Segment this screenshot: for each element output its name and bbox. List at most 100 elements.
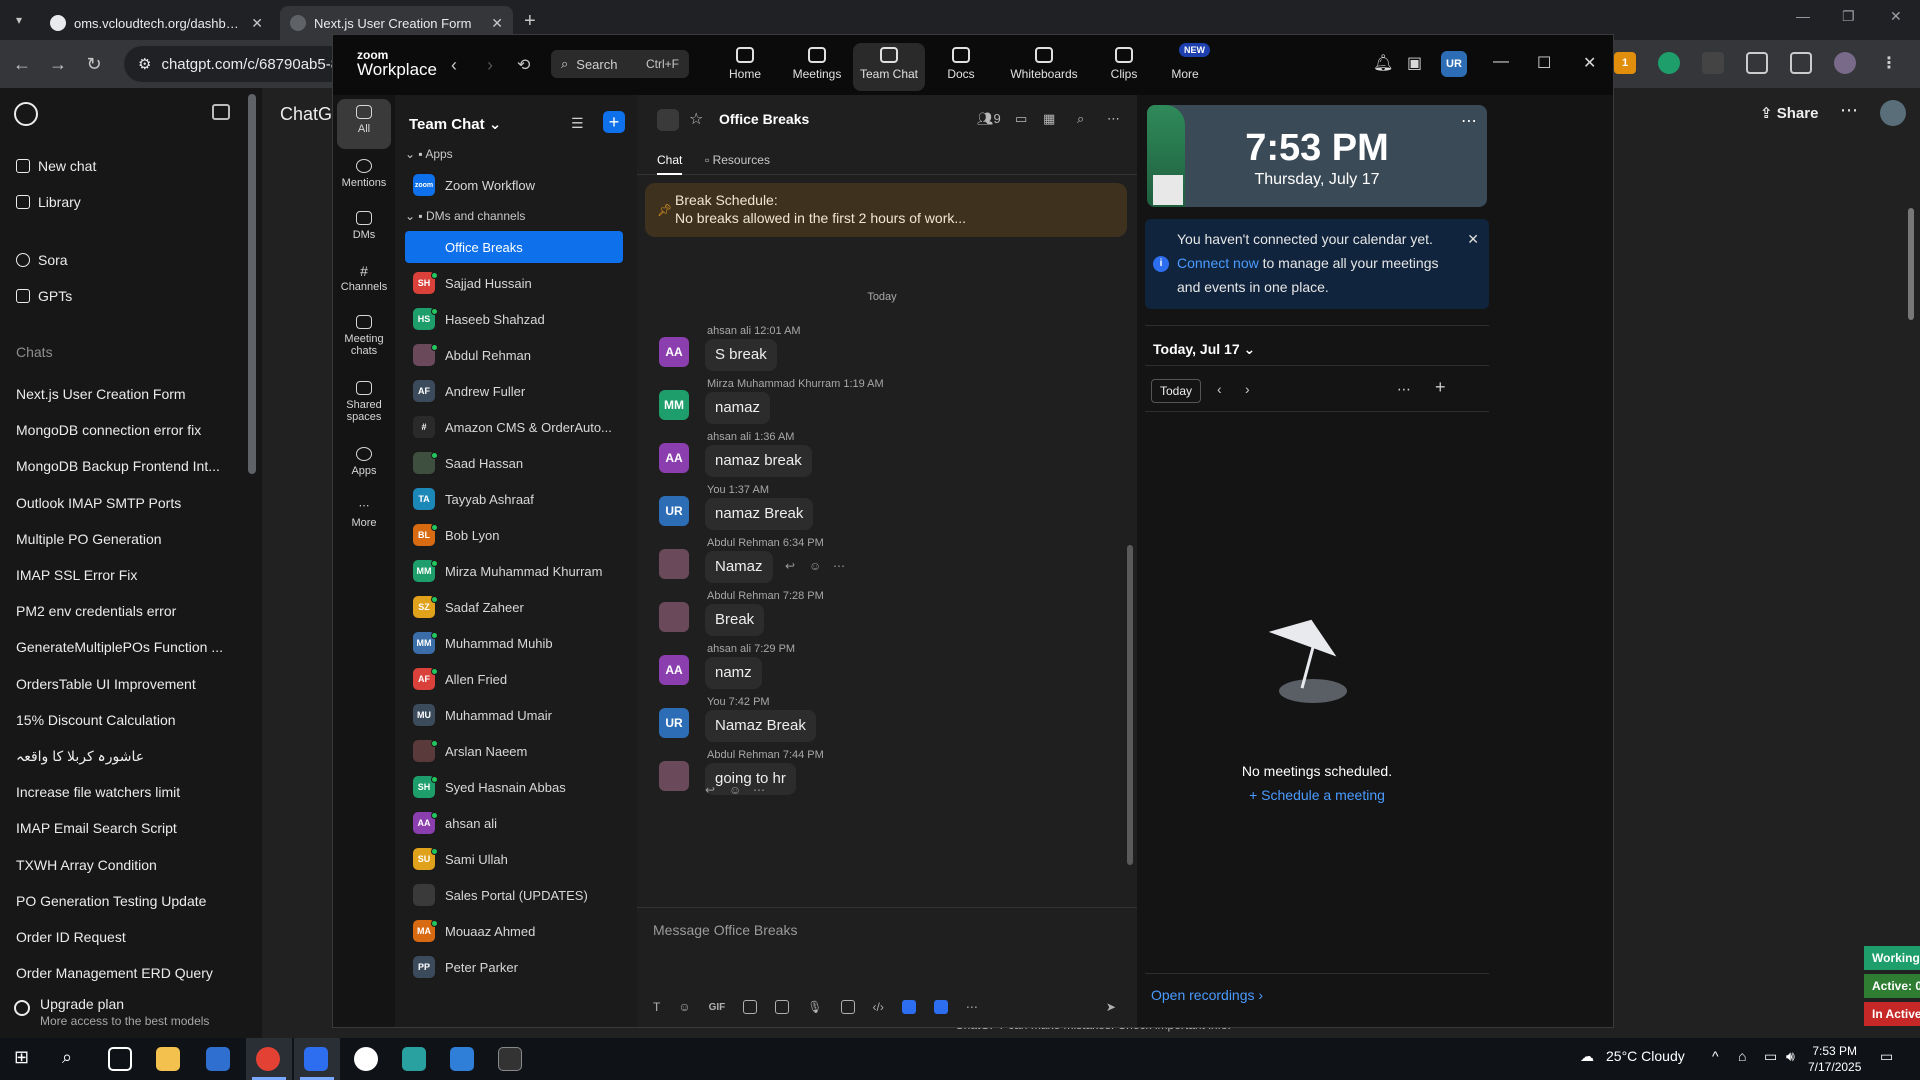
volume-icon[interactable]: 🔊︎ [1786, 1048, 1795, 1065]
members-icon[interactable]: 👥︎9 [977, 111, 1001, 127]
message-input[interactable]: Message Office Breaks [653, 922, 797, 938]
new-chat-button[interactable]: + [603, 111, 625, 133]
avatar[interactable] [659, 549, 689, 579]
tab-home[interactable]: Home [717, 43, 773, 91]
tray-overflow-icon[interactable]: ^ [1712, 1048, 1719, 1064]
chat-history-item[interactable]: IMAP SSL Error Fix [16, 567, 226, 583]
app-icon[interactable] [933, 1000, 948, 1014]
chat-history-item[interactable]: IMAP Email Search Script [16, 820, 226, 836]
open-recordings-link[interactable]: Open recordings › [1151, 987, 1263, 1003]
maximize-icon[interactable]: ☐ [1537, 53, 1551, 73]
status-tag-active[interactable]: Active: 0 [1864, 974, 1920, 998]
extension-badge-icon[interactable]: 1 [1614, 52, 1636, 74]
back-icon[interactable]: ← [10, 52, 34, 76]
day-selector[interactable]: Today, Jul 17 ⌄ [1153, 341, 1255, 358]
list-item[interactable]: HS Haseeb Shahzad [405, 303, 623, 335]
file-explorer-icon[interactable] [156, 1047, 180, 1071]
back-icon[interactable]: ‹ [451, 55, 457, 76]
chat-history-item[interactable]: Next.js User Creation Form [16, 386, 226, 402]
terminal-icon[interactable] [498, 1047, 522, 1071]
list-item[interactable]: BL Bob Lyon [405, 519, 623, 551]
sora-button[interactable]: Sora [16, 252, 68, 268]
tab-whiteboards[interactable]: Whiteboards [1003, 43, 1085, 91]
list-item[interactable]: MM Muhammad Muhib [405, 627, 623, 659]
list-item[interactable]: Abdul Rehman [405, 339, 623, 371]
message-composer[interactable]: Message Office Breaks T ☺ GIF 🎙︎ ‹/› ⋯ ➤ [637, 907, 1137, 1027]
avatar[interactable]: UR [659, 708, 689, 738]
emoji-icon[interactable]: ☺ [678, 1000, 690, 1014]
list-item[interactable]: MM Mirza Muhammad Khurram [405, 555, 623, 587]
gift-icon[interactable]: ▣ [1407, 53, 1422, 73]
user-avatar[interactable] [1880, 100, 1906, 126]
browser-menu-icon[interactable]: ⋮ [1878, 52, 1900, 74]
tab-search-chevron-icon[interactable]: ▾ [8, 10, 30, 30]
task-view-icon[interactable] [108, 1047, 132, 1071]
video-call-icon[interactable]: ▭ [1015, 111, 1027, 127]
search-icon[interactable]: ⌕ [1077, 111, 1084, 127]
main-scrollbar[interactable] [1908, 208, 1914, 320]
new-tab-icon[interactable]: + [524, 10, 536, 33]
chat-history-item[interactable]: Order Management ERD Query [16, 965, 226, 981]
notifications-icon[interactable]: ▭ [1880, 1048, 1893, 1065]
today-button[interactable]: Today [1151, 379, 1201, 403]
gif-button[interactable]: GIF [709, 1002, 726, 1013]
chrome-icon[interactable] [256, 1047, 280, 1071]
close-icon[interactable]: ✕ [1583, 53, 1596, 73]
vscode-icon[interactable] [450, 1047, 474, 1071]
chat-scrollbar[interactable] [1127, 545, 1133, 865]
profile-icon[interactable] [1834, 52, 1856, 74]
connect-now-link[interactable]: Connect now [1177, 255, 1259, 271]
rail-more[interactable]: ⋯ More [337, 493, 391, 529]
gpts-button[interactable]: GPTs [16, 288, 72, 304]
list-item[interactable]: AA ahsan ali [405, 807, 623, 839]
chat-history-item[interactable]: OrdersTable UI Improvement [16, 676, 226, 692]
tab-more[interactable]: NEW More [1155, 43, 1215, 91]
list-item[interactable]: Arslan Naeem [405, 735, 623, 767]
chatgpt-logo-icon[interactable] [14, 102, 38, 126]
tab-resources[interactable]: ▫ Resources [705, 153, 770, 167]
rail-apps[interactable]: Apps [337, 441, 391, 477]
list-item[interactable]: SU Sami Ullah [405, 843, 623, 875]
site-info-icon[interactable]: ⚙ [138, 55, 151, 73]
grammarly-icon[interactable] [1658, 52, 1680, 74]
sidebar-scrollbar[interactable] [248, 94, 256, 474]
display-icon[interactable]: ▭ [1764, 1048, 1777, 1065]
avatar[interactable]: MM [659, 390, 689, 420]
sender-name[interactable]: Abdul Rehman [707, 749, 780, 761]
send-icon[interactable]: ➤ [1106, 1000, 1116, 1014]
next-day-icon[interactable]: › [1245, 381, 1250, 397]
more-options-icon[interactable]: ⋯ [1461, 111, 1477, 131]
star-icon[interactable]: ☆ [689, 109, 703, 129]
sender-name[interactable]: ahsan ali [707, 325, 751, 337]
list-item[interactable]: TA Tayyab Ashraaf [405, 483, 623, 515]
chat-history-item[interactable]: عاشورہ کربلا کا واقعہ [16, 748, 226, 765]
list-item-office-breaks[interactable]: Office Breaks [405, 231, 623, 263]
chat-history-item[interactable]: MongoDB Backup Frontend Int... [16, 458, 226, 474]
weather-icon[interactable]: ☁ [1580, 1048, 1594, 1065]
list-item[interactable]: AF Andrew Fuller [405, 375, 623, 407]
more-options-icon[interactable]: ⋯ [1107, 111, 1120, 127]
list-item[interactable]: Saad Hassan [405, 447, 623, 479]
avatar[interactable]: AA [659, 655, 689, 685]
emoji-icon[interactable]: ☺ [729, 783, 741, 797]
sender-name[interactable]: You [707, 484, 726, 496]
list-item[interactable]: SH Syed Hasnain Abbas [405, 771, 623, 803]
avatar[interactable]: AA [659, 443, 689, 473]
minimize-icon[interactable]: — [1493, 53, 1509, 71]
list-item[interactable]: Sales Portal (UPDATES) [405, 879, 623, 911]
chat-history-item[interactable]: Multiple PO Generation [16, 531, 226, 547]
new-chat-button[interactable]: New chat [16, 158, 96, 174]
reply-icon[interactable]: ↩ [705, 783, 715, 797]
forward-icon[interactable]: › [487, 55, 493, 76]
chat-history-item[interactable]: GenerateMultiplePOs Function ... [16, 639, 226, 655]
more-icon[interactable]: ⋯ [833, 559, 845, 573]
chat-history-item[interactable]: Increase file watchers limit [16, 784, 226, 800]
list-item[interactable]: SZ Sadaf Zaheer [405, 591, 623, 623]
reply-icon[interactable]: ↩ [785, 559, 795, 573]
file-icon[interactable] [743, 1000, 758, 1014]
sender-name[interactable]: Mirza Muhammad Khurram [707, 378, 840, 390]
rail-all[interactable]: All [337, 99, 391, 149]
more-icon[interactable]: ⋯ [753, 783, 765, 797]
sender-name[interactable]: ahsan ali [707, 643, 751, 655]
list-item[interactable]: MA Mouaaz Ahmed [405, 915, 623, 947]
